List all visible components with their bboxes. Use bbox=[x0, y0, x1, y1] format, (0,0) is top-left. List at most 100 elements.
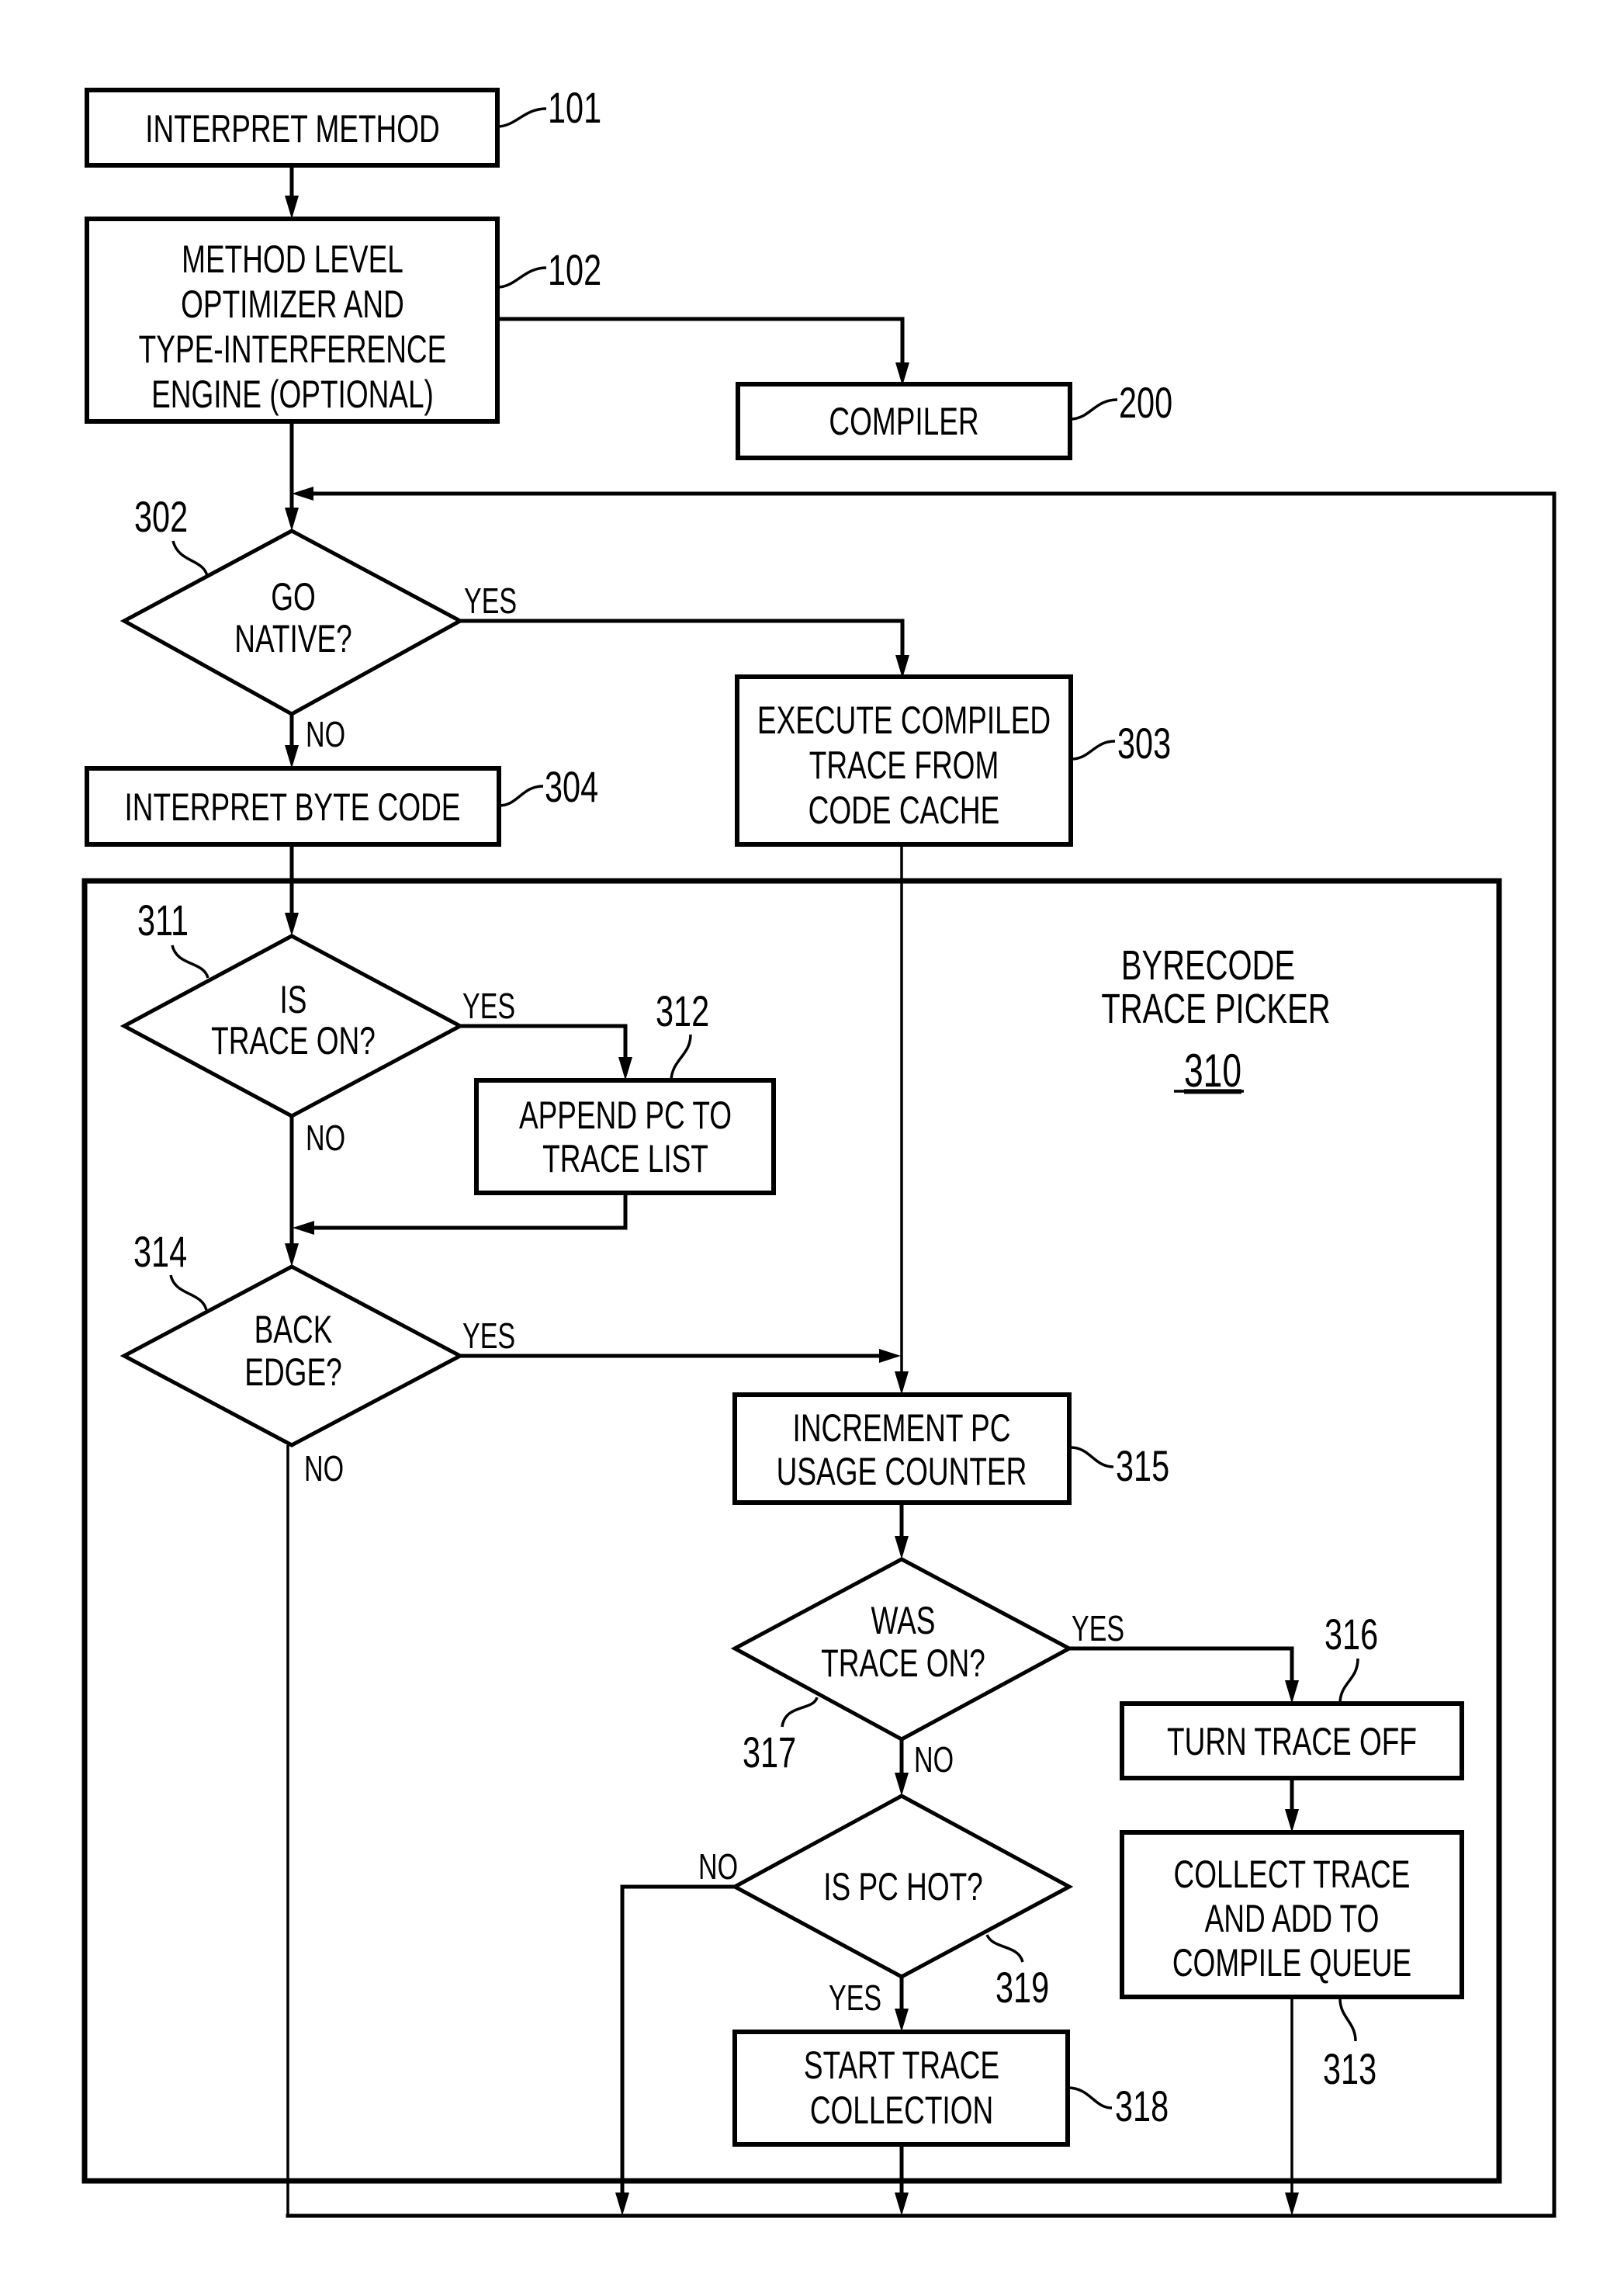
leader-line bbox=[498, 785, 544, 807]
arrowhead bbox=[879, 1349, 901, 1363]
arrowhead bbox=[285, 913, 299, 936]
node-text: WAS bbox=[871, 1600, 936, 1643]
node-text: COLLECT TRACE bbox=[1174, 1853, 1411, 1897]
leader-line bbox=[1071, 740, 1116, 761]
node-text: BACK bbox=[255, 1309, 333, 1352]
leader-line bbox=[1338, 1658, 1359, 1704]
node-101: INTERPRET METHOD bbox=[85, 88, 500, 168]
leader-line bbox=[670, 1034, 692, 1081]
ref-319: 319 bbox=[996, 1964, 1049, 2012]
no-label: NO bbox=[306, 1118, 345, 1158]
ref-315: 315 bbox=[1116, 1442, 1169, 1491]
yes-label: YES bbox=[464, 581, 517, 621]
yes-label: YES bbox=[1072, 1608, 1124, 1648]
node-text: NATIVE? bbox=[234, 618, 351, 661]
leader-line bbox=[497, 266, 547, 289]
edge-317-yes bbox=[1067, 1646, 1294, 1689]
ref-313: 313 bbox=[1323, 2045, 1376, 2094]
node-102: METHOD LEVEL OPTIMIZER AND TYPE-INTERFER… bbox=[85, 217, 500, 424]
arrowhead bbox=[895, 1536, 909, 1559]
node-318: START TRACE COLLECTION bbox=[732, 2030, 1070, 2147]
arrowhead bbox=[615, 2193, 629, 2216]
arrowhead bbox=[895, 2193, 909, 2216]
ref-312: 312 bbox=[656, 987, 709, 1036]
arrowhead bbox=[285, 508, 299, 531]
node-text: ENGINE (OPTIONAL) bbox=[151, 373, 434, 417]
node-304: INTERPRET BYTE CODE bbox=[85, 766, 501, 847]
leader-line bbox=[171, 540, 209, 577]
leader-line bbox=[1338, 1998, 1357, 2042]
edge-102-compiler bbox=[495, 317, 905, 371]
ref-200: 200 bbox=[1119, 379, 1172, 428]
no-label: NO bbox=[698, 1846, 738, 1887]
ref-314: 314 bbox=[133, 1228, 187, 1277]
no-label: NO bbox=[306, 714, 345, 754]
node-text: METHOD LEVEL bbox=[182, 238, 403, 282]
arrowhead bbox=[292, 487, 313, 501]
node-text: EDGE? bbox=[244, 1351, 341, 1395]
ref-304: 304 bbox=[545, 763, 598, 812]
node-text: INCREMENT PC bbox=[793, 1407, 1011, 1451]
ref-318: 318 bbox=[1115, 2082, 1169, 2131]
no-label: NO bbox=[304, 1448, 344, 1489]
edge-302-yes bbox=[458, 619, 905, 664]
leader-line bbox=[169, 1274, 208, 1311]
yes-label: YES bbox=[462, 1316, 515, 1356]
arrowhead bbox=[895, 2009, 909, 2032]
no-label: NO bbox=[914, 1739, 954, 1780]
trace-picker-ref: 310 bbox=[1184, 1045, 1241, 1097]
arrowhead bbox=[895, 1773, 909, 1796]
arrowhead bbox=[618, 1057, 632, 1080]
arrowhead bbox=[1285, 2193, 1299, 2216]
node-302: GO NATIVE? YES NO bbox=[119, 529, 517, 754]
node-text: USAGE COUNTER bbox=[777, 1451, 1027, 1494]
node-text: APPEND PC TO bbox=[519, 1094, 732, 1138]
node-315: INCREMENT PC USAGE COUNTER bbox=[732, 1392, 1072, 1505]
node-text: TRACE FROM bbox=[809, 744, 999, 788]
yes-label: YES bbox=[829, 1978, 881, 2018]
leader-line bbox=[985, 1934, 1024, 1963]
ref-316: 316 bbox=[1324, 1610, 1378, 1659]
node-text: START TRACE bbox=[804, 2044, 999, 2088]
ref-311: 311 bbox=[137, 896, 189, 945]
node-text: GO bbox=[271, 576, 316, 619]
node-text: INTERPRET BYTE CODE bbox=[125, 786, 461, 830]
node-text: TURN TRACE OFF bbox=[1167, 1721, 1417, 1764]
node-text: AND ADD TO bbox=[1205, 1898, 1380, 1941]
node-text: TRACE ON? bbox=[821, 1642, 985, 1686]
node-text: CODE CACHE bbox=[809, 789, 1000, 833]
node-text: COMPILER bbox=[829, 400, 978, 444]
arrowhead bbox=[285, 745, 299, 768]
arrowhead bbox=[1285, 1809, 1299, 1832]
node-text: TRACE LIST bbox=[542, 1138, 708, 1181]
node-text: TRACE ON? bbox=[211, 1020, 376, 1063]
ref-101: 101 bbox=[548, 84, 601, 133]
leader-line bbox=[497, 107, 547, 128]
node-316: TURN TRACE OFF bbox=[1120, 1701, 1464, 1780]
ref-303: 303 bbox=[1117, 719, 1171, 768]
leader-line bbox=[171, 945, 209, 979]
edge-311-yes bbox=[458, 1024, 628, 1066]
ref-302: 302 bbox=[134, 493, 188, 542]
leader-line bbox=[781, 1697, 819, 1728]
node-text: OPTIMIZER AND bbox=[181, 283, 404, 327]
node-312: APPEND PC TO TRACE LIST bbox=[474, 1078, 776, 1195]
node-200: COMPILER bbox=[736, 382, 1072, 460]
flowchart: BYRECODE TRACE PICKER 310 INTERPRET METH… bbox=[81, 84, 1556, 2218]
edge-312-return bbox=[306, 1191, 628, 1230]
arrowhead bbox=[1285, 1680, 1299, 1704]
node-text: TYPE-INTERFERENCE bbox=[139, 328, 447, 372]
trace-picker-title-line1: BYRECODE bbox=[1121, 942, 1295, 989]
leader-line bbox=[1070, 1446, 1114, 1468]
leader-line bbox=[1069, 398, 1118, 421]
arrowhead bbox=[895, 1371, 909, 1395]
node-text: IS PC HOT? bbox=[823, 1866, 983, 1909]
node-311: IS TRACE ON? YES NO bbox=[119, 934, 515, 1158]
arrowhead bbox=[285, 196, 299, 219]
node-text: INTERPRET METHOD bbox=[145, 108, 439, 151]
node-313: COLLECT TRACE AND ADD TO COMPILE QUEUE bbox=[1120, 1830, 1464, 1999]
node-text: IS bbox=[280, 979, 307, 1022]
arrowhead bbox=[285, 1243, 299, 1267]
node-text: EXECUTE COMPILED bbox=[757, 699, 1051, 743]
node-314: BACK EDGE? YES NO bbox=[119, 1264, 515, 1489]
